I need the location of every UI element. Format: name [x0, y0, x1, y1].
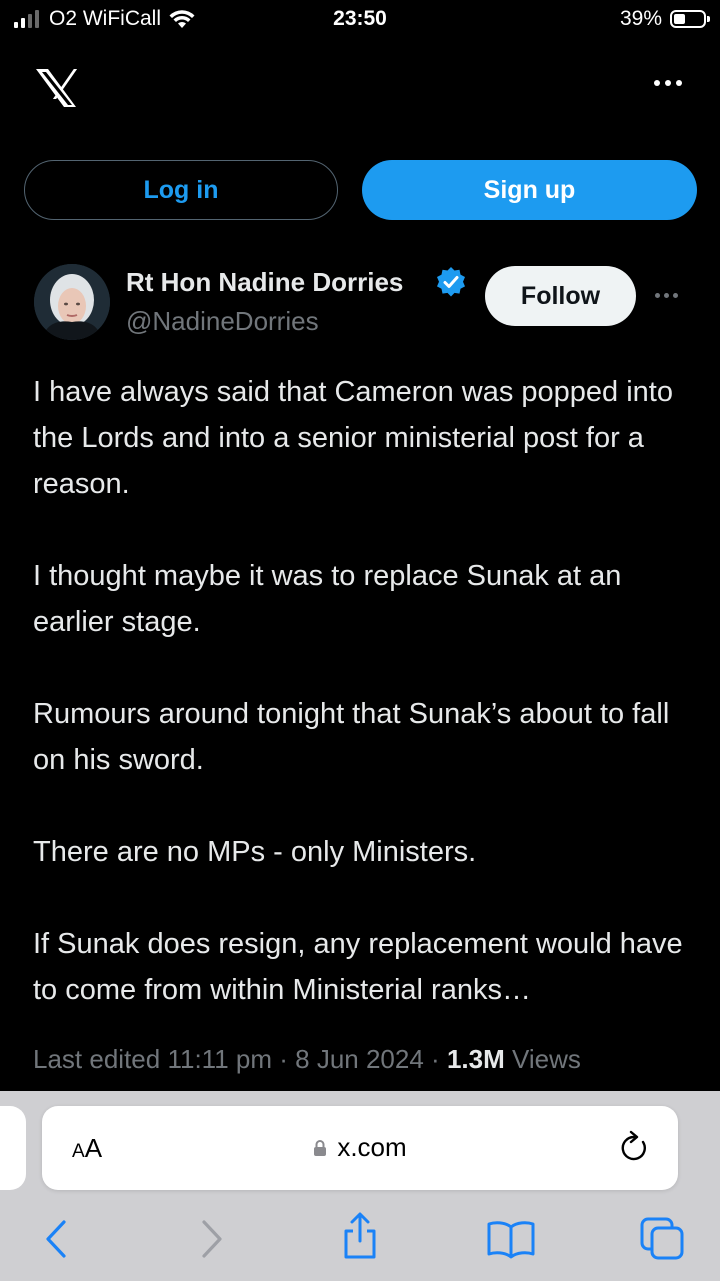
- clock: 23:50: [333, 7, 387, 30]
- url-display[interactable]: x.com: [42, 1132, 678, 1163]
- battery-icon: [670, 10, 710, 28]
- edited-label[interactable]: Last edited: [33, 1044, 160, 1074]
- signup-button[interactable]: Sign up: [362, 160, 697, 220]
- tweet-date[interactable]: 8 Jun 2024: [295, 1044, 424, 1074]
- x-logo-icon[interactable]: [34, 68, 78, 108]
- tweet-text: I have always said that Cameron was popp…: [33, 369, 703, 1059]
- tabs-icon[interactable]: [638, 1215, 686, 1261]
- battery-percent: 39%: [619, 7, 662, 30]
- back-icon[interactable]: [42, 1219, 70, 1259]
- reload-icon[interactable]: [618, 1130, 650, 1164]
- browser-toolbar: AA x.com: [0, 1091, 720, 1281]
- tweet-more-icon[interactable]: [655, 293, 678, 298]
- verified-badge-icon: [437, 267, 465, 297]
- author-handle[interactable]: @NadineDorries: [126, 306, 319, 337]
- tweet-paragraph: I have always said that Cameron was popp…: [33, 376, 673, 500]
- tweet-paragraph: I thought maybe it was to replace Sunak …: [33, 560, 622, 638]
- share-icon[interactable]: [340, 1211, 380, 1261]
- forward-icon[interactable]: [198, 1219, 226, 1259]
- tweet-meta: Last edited 11:11 pm · 8 Jun 2024 · 1.3M…: [33, 1044, 581, 1075]
- author-row[interactable]: Rt Hon Nadine Dorries: [126, 266, 467, 298]
- address-bar[interactable]: AA x.com: [42, 1106, 678, 1190]
- display-name[interactable]: Rt Hon Nadine Dorries: [126, 267, 431, 298]
- lock-icon: [314, 1139, 327, 1156]
- separator: ·: [279, 1044, 288, 1074]
- previous-tab-peek[interactable]: [0, 1106, 26, 1190]
- tweet-paragraph: There are no MPs - only Ministers.: [33, 836, 477, 868]
- status-bar: O2 WiFiCall 23:50 39%: [0, 0, 720, 40]
- url-text: x.com: [337, 1132, 407, 1162]
- tweet-paragraph: If Sunak does resign, any replacement wo…: [33, 928, 683, 1006]
- follow-button[interactable]: Follow: [485, 266, 636, 326]
- screen: O2 WiFiCall 23:50 39% Log in Sign up Rt …: [0, 0, 720, 1281]
- separator: ·: [431, 1044, 440, 1074]
- avatar-image: [34, 264, 110, 340]
- login-button[interactable]: Log in: [24, 160, 338, 220]
- status-right: 39%: [619, 7, 710, 31]
- views-count: 1.3M: [446, 1044, 505, 1074]
- views-label: Views: [512, 1044, 581, 1074]
- battery-fill: [674, 14, 685, 24]
- tweet-paragraph: Rumours around tonight that Sunak’s abou…: [33, 698, 670, 776]
- avatar[interactable]: [34, 264, 110, 340]
- tweet-time[interactable]: 11:11 pm: [167, 1044, 272, 1074]
- bookmarks-icon[interactable]: [486, 1219, 536, 1259]
- more-options-icon[interactable]: [654, 80, 682, 86]
